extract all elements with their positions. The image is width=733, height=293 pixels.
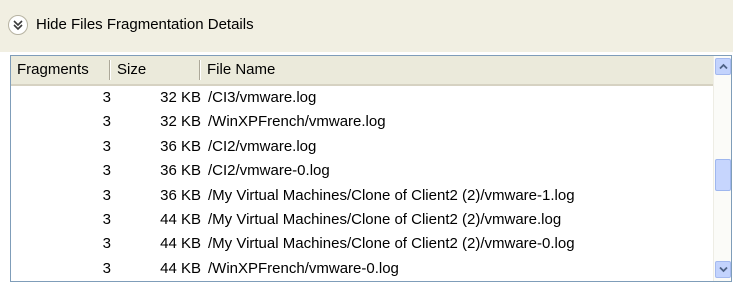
fragments-cell: 3	[102, 89, 111, 106]
size-cell: 44 KB	[160, 259, 201, 277]
column-header-size[interactable]: Size	[111, 56, 201, 84]
file-name-cell: /CI3/vmware.log	[208, 89, 317, 106]
table-row[interactable]: 3 36 KB /CI2/vmware-0.log	[11, 159, 713, 183]
file-name-cell: /WinXPFrench/vmware-0.log	[208, 259, 399, 277]
table-row[interactable]: 3 32 KB /CI3/vmware.log	[11, 86, 713, 110]
file-name-cell: /My Virtual Machines/Clone of Client2 (2…	[208, 186, 575, 204]
table-row[interactable]: 3 36 KB /CI2/vmware.log	[11, 135, 713, 159]
column-header-fragments[interactable]: Fragments	[11, 56, 109, 84]
column-header-file-name[interactable]: File Name	[201, 56, 701, 84]
vertical-scrollbar[interactable]	[713, 56, 731, 281]
table-row[interactable]: 3 32 KB /WinXPFrench/vmware.log	[11, 110, 713, 134]
size-cell: 32 KB	[160, 113, 201, 131]
hide-details-link[interactable]: Hide Files Fragmentation Details	[36, 15, 254, 35]
scroll-down-arrow-icon[interactable]	[715, 261, 731, 278]
fragments-cell: 3	[102, 113, 111, 131]
table-row[interactable]: 3 44 KB /My Virtual Machines/Clone of Cl…	[11, 208, 713, 232]
size-cell: 32 KB	[160, 89, 201, 106]
fragments-cell: 3	[102, 259, 111, 277]
fragments-cell: 3	[102, 235, 111, 253]
details-toggle-bar: Hide Files Fragmentation Details	[0, 0, 733, 52]
fragments-cell: 3	[102, 162, 111, 180]
table-row[interactable]: 3 44 KB /WinXPFrench/vmware-0.log	[11, 257, 713, 281]
fragments-cell: 3	[102, 137, 111, 155]
size-cell: 44 KB	[160, 235, 201, 253]
size-cell: 36 KB	[160, 186, 201, 204]
size-cell: 44 KB	[160, 210, 201, 228]
fragments-cell: 3	[102, 186, 111, 204]
size-cell: 36 KB	[160, 137, 201, 155]
scroll-up-arrow-icon[interactable]	[715, 58, 731, 75]
collapse-chevrons-icon[interactable]	[8, 15, 28, 35]
file-name-cell: /CI2/vmware-0.log	[208, 162, 330, 180]
size-cell: 36 KB	[160, 162, 201, 180]
table-row[interactable]: 3 44 KB /My Virtual Machines/Clone of Cl…	[11, 232, 713, 256]
file-name-cell: /My Virtual Machines/Clone of Client2 (2…	[208, 235, 575, 253]
file-list-body: 3 32 KB /CI3/vmware.log 3 32 KB /WinXPFr…	[11, 86, 713, 281]
file-name-cell: /WinXPFrench/vmware.log	[208, 113, 386, 131]
file-name-cell: /My Virtual Machines/Clone of Client2 (2…	[208, 210, 562, 228]
list-header: Fragments Size File Name	[11, 56, 713, 86]
fragmentation-list-panel: Fragments Size File Name 3 32 KB /CI3/vm…	[10, 55, 732, 282]
table-row[interactable]: 3 36 KB /My Virtual Machines/Clone of Cl…	[11, 184, 713, 208]
scrollbar-thumb[interactable]	[715, 159, 731, 192]
file-name-cell: /CI2/vmware.log	[208, 137, 317, 155]
fragments-cell: 3	[102, 210, 111, 228]
